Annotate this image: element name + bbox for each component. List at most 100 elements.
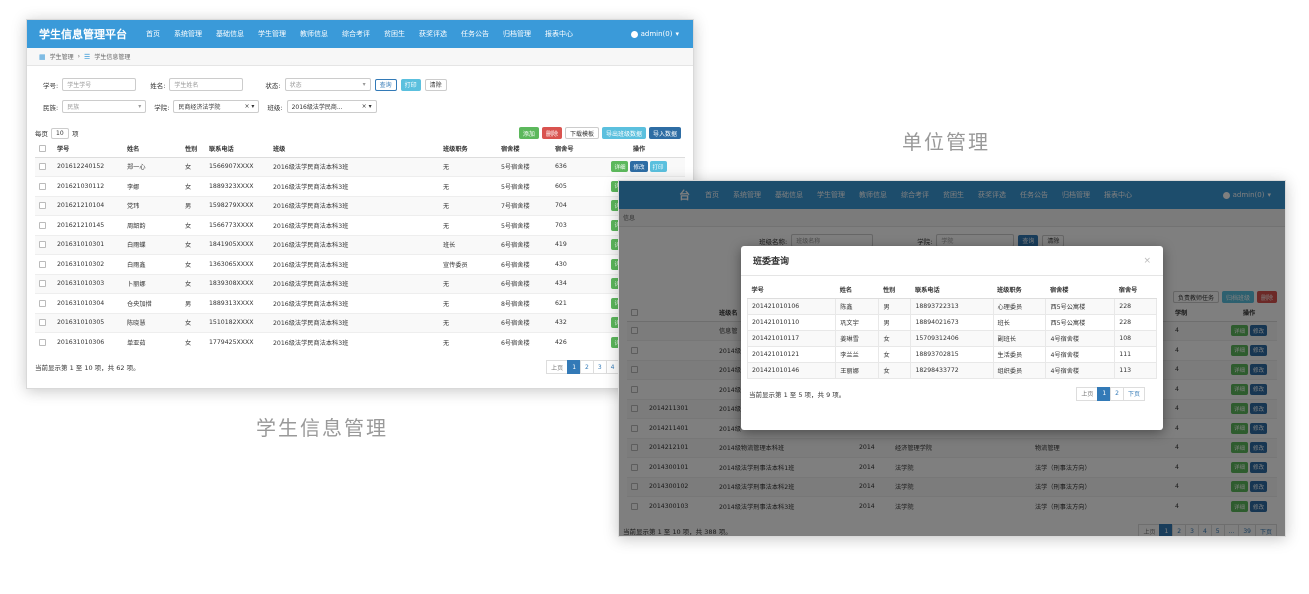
modal-title: 班委查询 (753, 257, 790, 267)
checkbox[interactable] (39, 202, 46, 209)
table-row[interactable]: 201421010121 李兰兰女 18893702815 生活委员 4号宿舍楼 111 (746, 345, 1157, 363)
checkbox[interactable] (39, 299, 46, 307)
table-cell: 201631010304 (53, 293, 123, 313)
row-checkbox[interactable] (35, 273, 53, 294)
checkbox[interactable] (39, 260, 46, 268)
next-page-button[interactable]: 下页 (1122, 386, 1145, 401)
student-id-input[interactable]: 学生学号 (62, 78, 137, 91)
row-checkbox[interactable] (35, 254, 53, 274)
table-cell: 201621210104 (53, 195, 123, 216)
nav-item[interactable]: 基础信息 (209, 29, 251, 39)
checkbox[interactable] (39, 221, 46, 229)
row-action-button[interactable]: 详细 (611, 161, 629, 173)
row-checkbox[interactable] (35, 293, 53, 313)
prev-page-button[interactable]: 上页 (1076, 386, 1099, 401)
checkbox[interactable] (39, 182, 46, 190)
select-all-checkbox[interactable] (35, 141, 53, 158)
table-row[interactable]: 201631010306 单亚茹女 1779425XXXX 2016级法学民商法本科3… (35, 332, 685, 352)
table-row[interactable]: 201631010302 白雨鑫女 1363065XXXX 2016级法学民商法本科3… (35, 254, 685, 274)
search-button[interactable]: 查询 (374, 78, 397, 91)
table-row[interactable]: 201421010117 姜琳雪女 15709312406 副班长 4号宿舍楼 108 (746, 329, 1157, 347)
modal-body: 学号 姓名 性别 联系电话 班级职务 宿舍楼 宿舍号 201421010106 陈鑫男 1889… (741, 276, 1163, 401)
table-row[interactable]: 201621210145 周韶韵女 1566773XXXX 2016级法学民商法本科3… (35, 215, 685, 235)
table-row[interactable]: 201621030112 李娜女 1889323XXXX 2016级法学民商法本科3班… (35, 176, 685, 196)
checkbox[interactable] (39, 280, 46, 287)
table-row[interactable]: 201631010304 仓央加措男 1889313XXXX 2016级法学民商法本科… (35, 293, 685, 313)
page-button[interactable]: 1 (567, 360, 582, 374)
nav-item[interactable]: 贫困生 (377, 29, 412, 39)
nav-item[interactable]: 学生管理 (251, 29, 293, 39)
page-button[interactable]: 2 (580, 360, 594, 374)
export-class-button[interactable]: 导出班级数据 (601, 127, 646, 139)
page-button[interactable]: 1 (1097, 386, 1112, 401)
table-row[interactable]: 201421010146 王丽娜女 18298433772 组织委员 4号宿舍楼 113 (746, 361, 1157, 379)
table-row[interactable]: 201421010110 巩文宇男 18894021673 班长 西5号公寓楼 228 (746, 313, 1157, 331)
table-row[interactable]: 201631010301 白雨蝶女 1841905XXXX 2016级法学民商法本科3… (35, 234, 685, 255)
nav-item[interactable]: 获奖评选 (412, 29, 454, 39)
table-cell: 2016级法学民商法本科3班 (269, 156, 439, 177)
nav-item[interactable]: 综合考评 (335, 29, 377, 39)
checkbox[interactable] (39, 145, 46, 152)
nav-item[interactable]: 归档管理 (496, 29, 538, 39)
class-select[interactable]: 2016级法学民商... × ▾ (286, 100, 377, 113)
print-button[interactable]: 打印 (400, 78, 421, 91)
table-cell: 605 (551, 176, 593, 196)
page-size-select[interactable]: 10 (51, 127, 69, 139)
row-checkbox[interactable] (35, 156, 53, 177)
nav-item[interactable]: 系统管理 (167, 29, 209, 39)
table-row[interactable]: 201421010106 陈鑫男 18893722313 心理委员 西5号公寓楼 228 (746, 297, 1157, 315)
student-name-input[interactable]: 学生姓名 (169, 78, 244, 91)
table-cell: 姜琳雪 (835, 329, 880, 347)
add-button[interactable]: 添加 (518, 127, 539, 139)
college-select[interactable]: 民商经济法学院 × ▾ (173, 100, 260, 113)
brand-title[interactable]: 学生信息管理平台 (27, 26, 139, 42)
row-checkbox[interactable] (35, 332, 53, 352)
table-cell: 430 (551, 254, 593, 274)
table-cell: 女 (878, 329, 912, 347)
nav-item[interactable]: 报表中心 (538, 29, 580, 39)
nav-item[interactable]: 任务公告 (454, 29, 496, 39)
column-header: 姓名 (123, 141, 181, 158)
import-data-button[interactable]: 导入数据 (648, 127, 681, 139)
nav-item[interactable]: 首页 (139, 29, 167, 39)
table-cell: 2016级法学民商法本科3班 (269, 293, 439, 313)
page-button[interactable]: 3 (592, 360, 607, 374)
table-row[interactable]: 201612240152 郑一心女 1566907XXXX 2016级法学民商法本科3… (35, 156, 685, 177)
row-checkbox[interactable] (35, 234, 53, 255)
status-select[interactable]: 状态 ▾ (284, 78, 371, 91)
column-header: 宿舍号 (1114, 282, 1157, 299)
table-cell: 1510182XXXX (205, 312, 269, 333)
row-checkbox[interactable] (35, 312, 53, 333)
checkbox[interactable] (39, 163, 46, 170)
user-menu[interactable]: admin(0) ▾ (630, 30, 693, 38)
row-checkbox[interactable] (35, 176, 53, 196)
row-checkbox[interactable] (35, 215, 53, 235)
table-status: 当前显示第 1 至 10 项，共 62 项。 (35, 364, 140, 372)
table-cell: 8号宿舍楼 (497, 293, 551, 313)
checkbox[interactable] (39, 319, 46, 326)
checkbox[interactable] (39, 338, 46, 346)
page-button[interactable]: 2 (1110, 386, 1124, 401)
delete-button[interactable]: 删除 (541, 127, 562, 139)
nav-item[interactable]: 教师信息 (293, 29, 335, 39)
table-row[interactable]: 201621210104 党玮男 1598279XXXX 2016级法学民商法本科3班… (35, 195, 685, 216)
table-row[interactable]: 201631010303 卜丽娜女 1839308XXXX 2016级法学民商法本科3… (35, 273, 685, 294)
table-cell: 仓央加措 (123, 293, 181, 313)
clear-button[interactable]: 清除 (424, 78, 447, 91)
table-cell: 2016级法学民商法本科3班 (269, 273, 439, 294)
page-size-suffix: 项 (72, 130, 79, 138)
row-checkbox[interactable] (35, 195, 53, 216)
breadcrumb-root[interactable]: 学生管理 (50, 52, 74, 61)
ethnic-select[interactable]: 民族 ▾ (62, 100, 147, 113)
close-icon[interactable]: × (1143, 256, 1151, 266)
checkbox[interactable] (39, 241, 46, 248)
table-row[interactable]: 201631010305 陈晓慧女 1510182XXXX 2016级法学民商法本科3… (35, 312, 685, 333)
table-cell: 班长 (439, 234, 497, 255)
row-action-button[interactable]: 修改 (630, 161, 648, 173)
caret-down-icon: ▾ (138, 103, 142, 110)
row-action-button[interactable]: 打印 (649, 161, 667, 173)
column-header: 联系电话 (910, 282, 993, 299)
table-cell: 女 (181, 234, 205, 255)
download-template-button[interactable]: 下载模板 (564, 127, 599, 139)
prev-page-button[interactable]: 上页 (546, 360, 569, 374)
